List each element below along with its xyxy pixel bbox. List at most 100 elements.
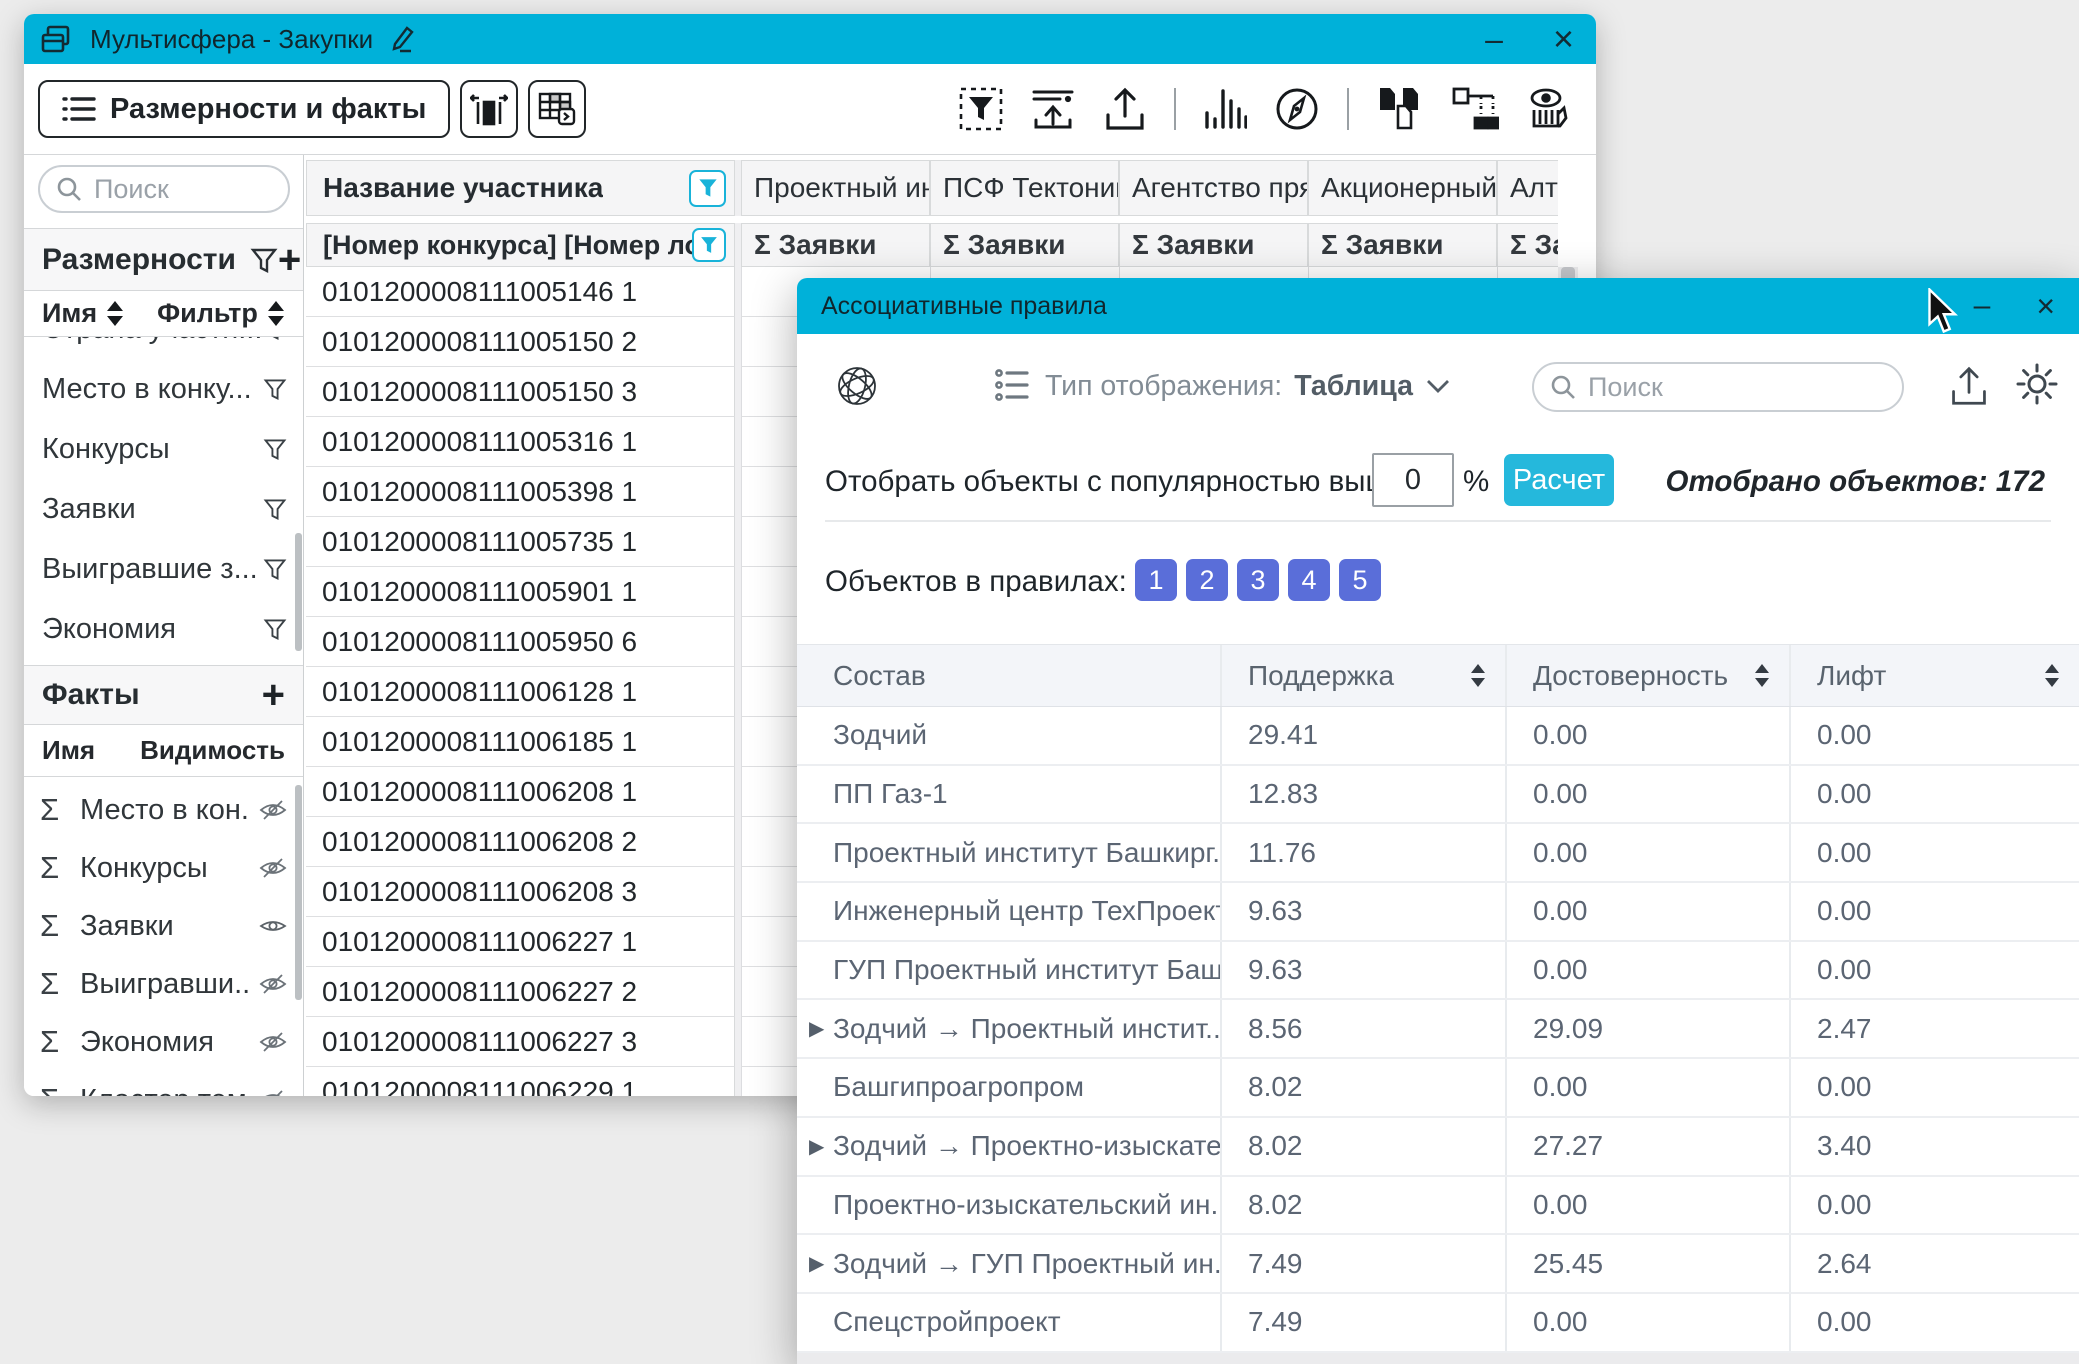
- pivot-column-header[interactable]: Проектный ин: [741, 160, 930, 216]
- compass-icon[interactable]: [1274, 86, 1320, 132]
- dialog-titlebar[interactable]: Ассоциативные правила – ×: [797, 278, 2079, 334]
- eye-off-icon[interactable]: [259, 1030, 287, 1054]
- list-item[interactable]: Конкурсы: [24, 419, 303, 479]
- list-item[interactable]: Σ Конкурсы: [24, 839, 303, 897]
- table-row[interactable]: Проектный институт Башкирг... 11.76 0.00…: [797, 824, 2079, 883]
- measure-header[interactable]: Σ Заявки: [1497, 223, 1558, 267]
- column-filter-button[interactable]: [692, 228, 726, 262]
- facts-col-visibility[interactable]: Видимость: [140, 735, 285, 766]
- table-row[interactable]: Инженерный центр ТехПроект 9.63 0.00 0.0…: [797, 883, 2079, 942]
- bar-chart-icon[interactable]: [1203, 87, 1247, 131]
- col-composition[interactable]: Состав: [797, 645, 1222, 706]
- copy-documents-icon[interactable]: [1376, 86, 1424, 132]
- filter-funnel-icon[interactable]: [263, 337, 287, 341]
- column-width-button[interactable]: [460, 80, 518, 138]
- col-support[interactable]: Поддержка: [1222, 645, 1507, 706]
- dims-facts-button[interactable]: Размерности и факты: [38, 80, 450, 138]
- expand-row-icon[interactable]: ▶: [809, 1016, 824, 1041]
- eye-off-icon[interactable]: [259, 1088, 287, 1096]
- pivot-column-header[interactable]: Алтай: [1497, 160, 1558, 216]
- globe-icon[interactable]: [835, 364, 879, 408]
- rule-size-button-2[interactable]: 2: [1186, 559, 1228, 601]
- table-row[interactable]: ▶Зодчий → ГУП Проектный ин... 7.49 25.45…: [797, 1235, 2079, 1294]
- measure-header[interactable]: Σ Заявки: [1308, 223, 1497, 267]
- dialog-search[interactable]: [1532, 362, 1904, 412]
- rule-size-button-1[interactable]: 1: [1135, 559, 1177, 601]
- list-item[interactable]: Выигравшие з...: [24, 539, 303, 599]
- sort-icon[interactable]: [1471, 664, 1485, 687]
- dimensions-col-name[interactable]: Имя: [42, 298, 97, 329]
- gear-icon[interactable]: [2015, 362, 2059, 406]
- row-dim-header[interactable]: Название участника: [306, 160, 735, 216]
- eye-icon[interactable]: [259, 914, 287, 938]
- list-item[interactable]: Место в конку...: [24, 359, 303, 419]
- dialog-close-button[interactable]: ×: [2036, 290, 2055, 322]
- add-fact-button[interactable]: +: [262, 675, 285, 715]
- filter-dashed-icon[interactable]: [959, 87, 1003, 131]
- eye-off-icon[interactable]: [259, 798, 287, 822]
- expand-row-icon[interactable]: ▶: [809, 1134, 824, 1159]
- measure-header[interactable]: Σ Заявки: [741, 223, 930, 267]
- edit-title-icon[interactable]: [387, 24, 417, 54]
- facts-col-name[interactable]: Имя: [42, 735, 95, 766]
- column-filter-button[interactable]: [689, 170, 726, 207]
- table-row[interactable]: Проектно-изыскательский ин... 8.02 0.00 …: [797, 1177, 2079, 1236]
- hierarchy-icon[interactable]: [1451, 86, 1499, 132]
- rule-size-button-3[interactable]: 3: [1237, 559, 1279, 601]
- sidebar-search[interactable]: [38, 165, 290, 213]
- collapse-up-icon[interactable]: [1030, 86, 1076, 132]
- export-icon[interactable]: [1103, 86, 1147, 132]
- sort-icon[interactable]: [1755, 664, 1769, 687]
- watch-eye-icon[interactable]: [1526, 86, 1574, 132]
- sort-icon[interactable]: [107, 301, 123, 326]
- filter-funnel-icon[interactable]: [263, 437, 287, 461]
- list-item[interactable]: Σ Кластер тем...: [24, 1071, 303, 1096]
- export-icon[interactable]: [1949, 364, 1989, 408]
- table-row[interactable]: ▶Зодчий → Проектный инстит... 8.56 29.09…: [797, 1000, 2079, 1059]
- eye-off-icon[interactable]: [259, 972, 287, 996]
- table-row[interactable]: Башгипроагропром 8.02 0.00 0.00: [797, 1059, 2079, 1118]
- expand-row-icon[interactable]: ▶: [809, 1251, 824, 1276]
- calculate-button[interactable]: Расчет: [1504, 454, 1614, 506]
- sort-icon[interactable]: [268, 301, 284, 326]
- filter-funnel-icon[interactable]: [263, 557, 287, 581]
- threshold-input[interactable]: [1372, 453, 1454, 507]
- filter-funnel-icon[interactable]: [263, 497, 287, 521]
- table-row[interactable]: ПП Газ-1 12.83 0.00 0.00: [797, 766, 2079, 825]
- filter-funnel-icon[interactable]: [263, 377, 287, 401]
- pivot-column-header[interactable]: Акционерный: [1308, 160, 1497, 216]
- pivot-column-header[interactable]: Агентство прям: [1119, 160, 1308, 216]
- dimensions-scrollbar[interactable]: [295, 533, 302, 651]
- list-item[interactable]: Экономия: [24, 599, 303, 653]
- list-item[interactable]: Страна участн...: [24, 337, 303, 359]
- main-titlebar[interactable]: Мультисфера - Закупки – ×: [24, 14, 1596, 64]
- table-layout-button[interactable]: [528, 80, 586, 138]
- dimensions-filter-icon[interactable]: [250, 246, 278, 274]
- list-item[interactable]: Σ Заявки: [24, 897, 303, 955]
- sidebar-search-input[interactable]: [94, 174, 272, 205]
- main-minimize-button[interactable]: –: [1485, 23, 1503, 55]
- display-type-control[interactable]: Тип отображения: Таблица: [1045, 364, 1451, 408]
- facts-scrollbar[interactable]: [295, 785, 302, 1000]
- pivot-column-header[interactable]: ПСФ Тектоника: [930, 160, 1119, 216]
- table-row[interactable]: Зодчий 29.41 0.00 0.00: [797, 707, 2079, 766]
- col-lift[interactable]: Лифт: [1791, 645, 2079, 706]
- measure-header[interactable]: Σ Заявки: [930, 223, 1119, 267]
- eye-off-icon[interactable]: [259, 856, 287, 880]
- list-item[interactable]: Σ Экономия: [24, 1013, 303, 1071]
- table-row[interactable]: ▶Зодчий → Проектно-изыскате... 8.02 27.2…: [797, 1118, 2079, 1177]
- table-row[interactable]: Спецстройпроект 7.49 0.00 0.00: [797, 1294, 2079, 1353]
- sort-icon[interactable]: [2045, 664, 2059, 687]
- list-item[interactable]: Заявки: [24, 479, 303, 539]
- dialog-search-input[interactable]: [1588, 372, 1886, 403]
- filter-funnel-icon[interactable]: [263, 617, 287, 641]
- rule-size-button-4[interactable]: 4: [1288, 559, 1330, 601]
- rule-size-button-5[interactable]: 5: [1339, 559, 1381, 601]
- dialog-minimize-button[interactable]: –: [1974, 291, 1991, 321]
- measure-header[interactable]: Σ Заявки: [1119, 223, 1308, 267]
- dialog-bottom-scrollbar[interactable]: [797, 1353, 2079, 1364]
- table-row[interactable]: ГУП Проектный институт Баш... 9.63 0.00 …: [797, 942, 2079, 1001]
- col-confidence[interactable]: Достоверность: [1507, 645, 1791, 706]
- list-item[interactable]: Σ Выигравши...: [24, 955, 303, 1013]
- row-dim-subheader[interactable]: [Номер конкурса] [Номер лота]: [306, 223, 735, 267]
